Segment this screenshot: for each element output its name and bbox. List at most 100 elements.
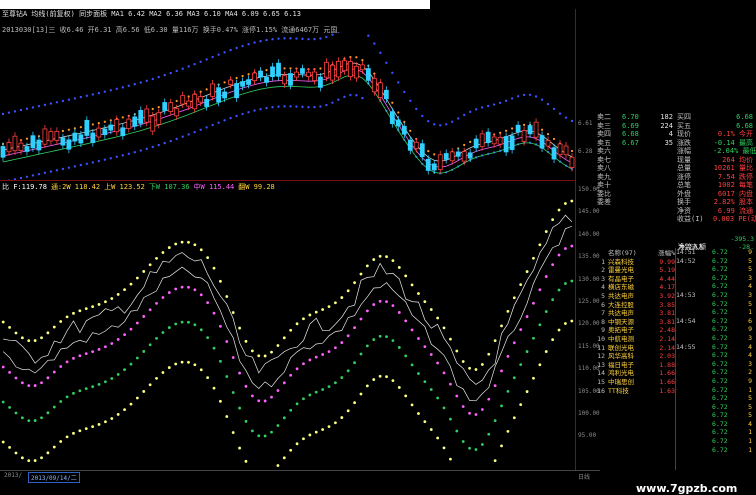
lower-band-dot [223,119,226,122]
upper-band-dot [534,95,538,98]
middle-band-dot [225,340,229,343]
middle-band-dot [91,350,95,354]
middle-band-dot [289,373,293,377]
stock-change: 1.63 [659,386,675,395]
upper-band-dot [540,98,544,101]
upper-band-dot [331,33,334,36]
bottom-band-dot [519,403,523,407]
quote-label: 净资 [677,206,691,215]
middle-band-dot [135,321,139,325]
sector-list-item[interactable]: 5 共达电声 3.92 [597,292,675,301]
sector-list-item[interactable]: 6 大连控股 3.85 [597,301,675,310]
candle-body [252,72,257,82]
upper-band-dot [123,288,126,292]
middle-band-dot [455,394,459,398]
middle-band-dot [78,354,82,358]
order-label: 卖三 [597,121,611,130]
upper-band-dot [295,322,299,326]
lower-band-dot [219,359,222,363]
upper-band-dot [169,71,172,75]
tick-volume: 1 [748,437,752,446]
sector-list-item[interactable]: 9 奥拓电子 2.48 [597,326,675,335]
period-tab-daily[interactable]: 日线 [578,472,590,481]
candle-body [162,102,168,111]
upper-band-dot [283,37,286,40]
lower-band-dot [49,170,53,173]
stock-change: 1.88 [659,360,675,369]
middle-band-dot [270,395,273,399]
candle-body [24,146,30,152]
quote-label: 买五 [677,121,691,130]
sector-list-item[interactable]: 7 共达电声 3.81 [597,309,675,318]
upper-band-dot [253,41,256,44]
candle-body [84,119,90,136]
bottom-band-dot [359,392,363,396]
sector-list-item[interactable]: 14 鸿利光电 1.66 [597,369,675,378]
upper-band-dot [199,248,203,252]
upper-band-dot [65,315,69,319]
price-chart[interactable] [0,32,575,180]
mid-band-dot [505,129,508,132]
bottom-band-dot [442,446,446,450]
sector-list-item[interactable]: 11 联创光电 2.14 [597,344,675,353]
tick-row: 6.72 3 [676,334,756,343]
lower-band-dot [337,98,340,101]
candle-body [509,135,515,150]
sector-list-item[interactable]: 10 中航电测 2.14 [597,335,675,344]
lower-band-dot [436,396,440,400]
tick-price: 6.72 [712,351,728,360]
bottom-tab-current[interactable]: 2013/09/14/二 [28,472,80,483]
tick-row: 14:53 6.72 3 [676,291,756,300]
upper-band-dot [244,339,248,343]
candle-body [228,79,233,85]
bottom-band-dot [110,417,114,420]
mid-band-dot [391,101,394,104]
lower-band-dot [103,158,107,161]
mid-band-dot [223,81,226,84]
stock-name: 大连控股 [608,300,634,309]
sector-list-item[interactable]: 4 横店东磁 4.17 [597,283,675,292]
sector-list-item[interactable]: 1 兴森科技 9.99 [597,258,675,267]
candle-body [18,142,24,151]
quote-value: 6.68 [736,113,753,121]
upper-band-dot [334,301,337,305]
sector-list-item[interactable]: 16 TT科技 1.63 [597,387,675,396]
upper-band-dot [359,272,363,276]
sector-list-item[interactable]: 12 风华高科 2.03 [597,352,675,361]
mid-band-dot [235,76,238,80]
upper-band-dot [250,349,254,353]
bottom-band-dot [91,425,95,429]
upper-band-dot [84,307,88,311]
lower-band-dot [129,362,133,366]
ma-line [2,68,573,168]
sector-list-item[interactable]: 15 中瑞思创 1.66 [597,378,675,387]
candle-body [497,136,503,145]
middle-band-dot [564,247,567,250]
stock-header: 至尊钻A 均线(前复权) 同步面板 MA1 6.42 MA2 6.36 MA3 … [2,9,301,19]
upper-band-dot [378,254,382,258]
bottom-band-dot [155,376,158,380]
lower-band-dot [378,334,382,338]
sector-list-item[interactable]: 2 雷曼光电 5.19 [597,266,675,275]
upper-band-dot [391,71,394,74]
tick-volume: 2 [748,368,752,377]
indicator-chart[interactable] [0,191,575,469]
lower-band-dot [40,416,43,420]
tick-row: 6.72 3 [676,360,756,369]
candle-body [533,121,539,138]
lower-band-dot [346,369,350,373]
upper-band-dot [415,107,418,111]
column-header-name[interactable]: 名称(97) [608,249,637,258]
candle-body [425,158,431,171]
mid-band-dot [355,56,358,59]
lower-band-dot [334,381,337,385]
lower-band-dot [391,339,395,343]
lower-band-dot [187,133,190,136]
bottom-tab-date[interactable]: 2013/ [4,472,22,479]
middle-band-dot [372,303,376,306]
upper-band-dot [337,32,340,33]
tick-row: 14:52 6.72 5 [676,257,756,266]
lower-band-dot [199,128,202,131]
column-header-change[interactable]: 涨幅% [658,249,675,258]
candle-body [192,93,198,110]
